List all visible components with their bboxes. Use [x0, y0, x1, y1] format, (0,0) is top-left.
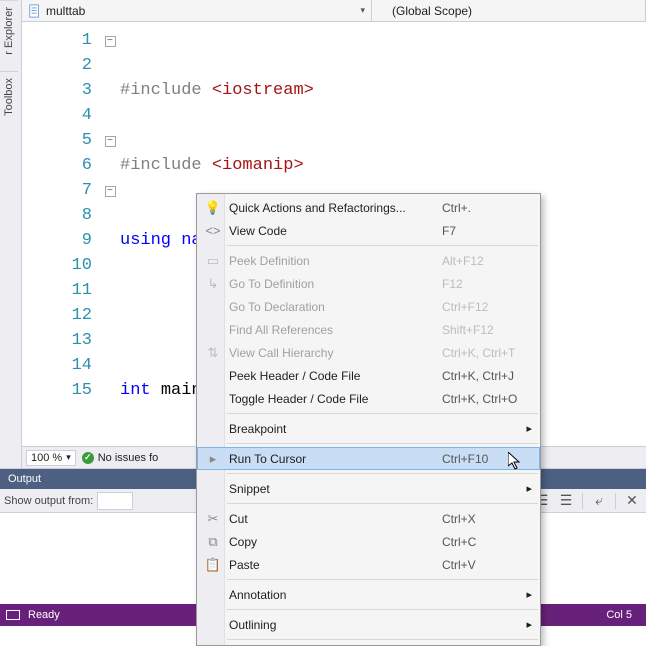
menu-quick-actions[interactable]: 💡Quick Actions and Refactorings...Ctrl+.	[197, 196, 540, 219]
output-source-dropdown[interactable]	[97, 492, 133, 510]
word-wrap-icon[interactable]: ⤶	[589, 491, 609, 511]
chevron-down-icon: ▾	[360, 5, 365, 16]
fold-toggle-icon[interactable]: −	[105, 186, 116, 197]
cut-icon: ✂	[201, 511, 225, 527]
copy-icon: ⧉	[201, 534, 225, 550]
menu-peek-definition: ▭Peek DefinitionAlt+F12	[197, 249, 540, 272]
menu-run-to-cursor[interactable]: ▸Run To CursorCtrl+F10	[197, 447, 540, 470]
menu-goto-declaration: Go To DeclarationCtrl+F12	[197, 295, 540, 318]
menu-cut[interactable]: ✂CutCtrl+X	[197, 507, 540, 530]
menu-view-code[interactable]: <>View CodeF7	[197, 219, 540, 242]
server-explorer-tab[interactable]: r Explorer	[0, 0, 18, 61]
zoom-dropdown[interactable]: 100 % ▾	[26, 450, 76, 466]
zoom-value: 100 %	[31, 452, 62, 464]
status-column: Col 5	[606, 609, 632, 621]
hierarchy-icon: ⇅	[201, 345, 225, 361]
code-icon: <>	[201, 223, 225, 238]
menu-separator	[227, 609, 538, 610]
lightbulb-icon: 💡	[201, 200, 225, 216]
menu-separator	[227, 579, 538, 580]
clear-icon[interactable]: ✕	[622, 491, 642, 511]
cpp-file-icon	[28, 4, 42, 18]
goto-icon: ↳	[201, 276, 225, 292]
menu-copy[interactable]: ⧉CopyCtrl+C	[197, 530, 540, 553]
menu-separator	[227, 443, 538, 444]
menu-find-references: Find All ReferencesShift+F12	[197, 318, 540, 341]
line-number-gutter: 123456789101112131415	[44, 22, 100, 446]
menu-separator	[227, 413, 538, 414]
nav-scope-label: (Global Scope)	[392, 4, 472, 18]
menu-snippet[interactable]: Snippet	[197, 477, 540, 500]
feedback-icon[interactable]	[6, 610, 20, 620]
fold-toggle-icon[interactable]: −	[105, 36, 116, 47]
menu-outlining[interactable]: Outlining	[197, 613, 540, 636]
editor-context-menu: 💡Quick Actions and Refactorings...Ctrl+.…	[196, 193, 541, 646]
fold-toggle-icon[interactable]: −	[105, 136, 116, 147]
toolbox-tab[interactable]: Toolbox	[0, 71, 18, 122]
peek-icon: ▭	[201, 253, 225, 269]
navigation-bar: multtab ▾ (Global Scope)	[22, 0, 646, 22]
menu-peek-header[interactable]: Peek Header / Code FileCtrl+K, Ctrl+J	[197, 364, 540, 387]
menu-call-hierarchy: ⇅View Call HierarchyCtrl+K, Ctrl+T	[197, 341, 540, 364]
indicator-margin	[22, 22, 44, 446]
menu-separator	[227, 245, 538, 246]
chevron-down-icon: ▾	[66, 452, 71, 463]
status-state: Ready	[28, 609, 60, 621]
nav-file-dropdown[interactable]: multtab ▾	[22, 0, 372, 21]
run-to-cursor-icon: ▸	[201, 451, 225, 467]
menu-separator	[227, 639, 538, 640]
menu-goto-definition: ↳Go To DefinitionF12	[197, 272, 540, 295]
show-output-from-label: Show output from:	[4, 495, 93, 507]
ok-check-icon: ✓	[82, 452, 94, 464]
menu-breakpoint[interactable]: Breakpoint	[197, 417, 540, 440]
menu-separator	[227, 473, 538, 474]
nav-file-label: multtab	[46, 4, 85, 18]
paste-icon: 📋	[201, 557, 225, 573]
error-indicator[interactable]: ✓ No issues fo	[82, 452, 159, 464]
issues-label: No issues fo	[98, 452, 159, 464]
toolbar-button[interactable]: ☰	[556, 491, 576, 511]
outlining-gutter: − − −	[100, 22, 120, 446]
menu-paste[interactable]: 📋PasteCtrl+V	[197, 553, 540, 576]
menu-annotation[interactable]: Annotation	[197, 583, 540, 606]
menu-toggle-header[interactable]: Toggle Header / Code FileCtrl+K, Ctrl+O	[197, 387, 540, 410]
menu-separator	[227, 503, 538, 504]
nav-scope-dropdown[interactable]: (Global Scope)	[372, 0, 646, 21]
